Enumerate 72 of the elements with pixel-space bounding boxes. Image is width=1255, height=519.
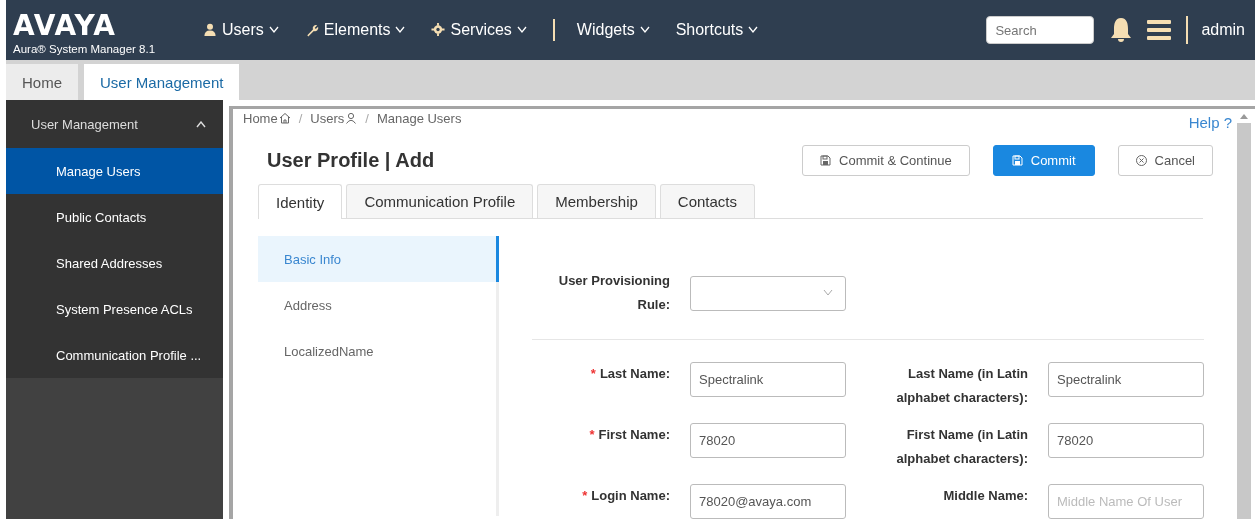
breadcrumb-link[interactable]: Home (243, 110, 278, 126)
caret-icon (395, 26, 406, 34)
required-mark: * (589, 426, 595, 444)
sidebar-item[interactable]: Communication Profile ... (6, 332, 223, 378)
user-name[interactable]: admin (1201, 21, 1245, 39)
input-field[interactable]: 78020 (690, 423, 846, 458)
field-label: Last Name (in Latin alphabet characters): (895, 365, 1028, 407)
caret-icon (823, 289, 833, 297)
scrollbar[interactable] (1237, 109, 1251, 519)
section-item[interactable]: Basic Info (258, 236, 499, 282)
logo: AVAYA (13, 11, 117, 41)
menu-icon[interactable] (1146, 19, 1173, 41)
product-name: Aura® System Manager 8.1 (13, 43, 157, 55)
nav-label: Elements (323, 21, 391, 39)
save-icon (1011, 155, 1023, 166)
sidebar-header[interactable]: User Management (6, 100, 223, 148)
app-tab[interactable]: Home (6, 64, 78, 100)
sidebar-item[interactable]: System Presence ACLs (6, 286, 223, 332)
tab[interactable]: Identity (258, 184, 343, 219)
caret-icon (748, 26, 759, 34)
user-icon (203, 23, 217, 37)
section-item[interactable]: Address (258, 282, 496, 328)
page-title: User Profile | Add (267, 149, 435, 172)
nav-menu[interactable]: Widgets (576, 21, 650, 39)
nav-label: Shortcuts (675, 21, 744, 39)
field-label: Last Name: (599, 365, 670, 383)
field-label: First Name (in Latin alphabet characters): (895, 426, 1028, 468)
input-field[interactable]: Middle Name Of User (1048, 484, 1204, 519)
sidebar-title: User Management (31, 116, 138, 132)
breadcrumb-link[interactable]: Users (310, 110, 345, 126)
tab[interactable]: Membership (537, 184, 656, 218)
action-button[interactable]: Commit & Continue (802, 145, 970, 176)
sidebar-item[interactable]: Manage Users (6, 148, 223, 194)
help-link[interactable]: Help ? (1188, 114, 1232, 139)
caret-icon (516, 26, 527, 34)
breadcrumb-link[interactable]: Manage Users (376, 110, 462, 126)
dropdown-field[interactable] (690, 275, 846, 311)
nav-label: Widgets (576, 21, 635, 39)
caret-icon (268, 26, 279, 34)
nav-menu[interactable]: Elements (304, 21, 406, 39)
field-label: Login Name: (591, 487, 670, 505)
field-label: Middle Name: (942, 487, 1028, 505)
save-icon (820, 155, 832, 166)
nav-label: Users (222, 21, 264, 39)
app-tab[interactable]: User Management (84, 64, 240, 100)
caret-icon (639, 26, 650, 34)
breadcrumb-separator: / (365, 110, 369, 126)
input-field[interactable]: 78020 (1048, 423, 1204, 458)
action-button[interactable]: Commit (992, 145, 1095, 176)
required-mark: * (582, 487, 588, 505)
nav-menu[interactable]: Services (431, 21, 527, 39)
field-label: User Provisioning Rule: (557, 272, 670, 314)
input-field[interactable]: Spectralink (690, 362, 846, 397)
input-field[interactable]: 78020@avaya.com (690, 484, 846, 519)
required-mark: * (590, 365, 596, 383)
nav-menu[interactable]: Users (203, 21, 279, 39)
sidebar-item[interactable]: Public Contacts (6, 194, 223, 240)
section-item[interactable]: LocalizedName (258, 328, 496, 374)
field-label: First Name: (598, 426, 670, 444)
close-icon (1135, 155, 1147, 166)
home-icon (278, 112, 291, 124)
tab[interactable]: Communication Profile (346, 184, 534, 218)
scroll-up-icon[interactable] (1239, 112, 1249, 120)
sidebar-item[interactable]: Shared Addresses (6, 240, 223, 286)
nav-label: Services (450, 21, 512, 39)
search-field[interactable]: Search (986, 16, 1095, 44)
person-icon (345, 112, 358, 124)
input-field[interactable]: Spectralink (1048, 362, 1204, 397)
breadcrumb-separator: / (298, 110, 303, 126)
tab[interactable]: Contacts (659, 184, 755, 218)
action-button[interactable]: Cancel (1117, 145, 1213, 176)
nav-menu[interactable]: Shortcuts (675, 21, 759, 39)
